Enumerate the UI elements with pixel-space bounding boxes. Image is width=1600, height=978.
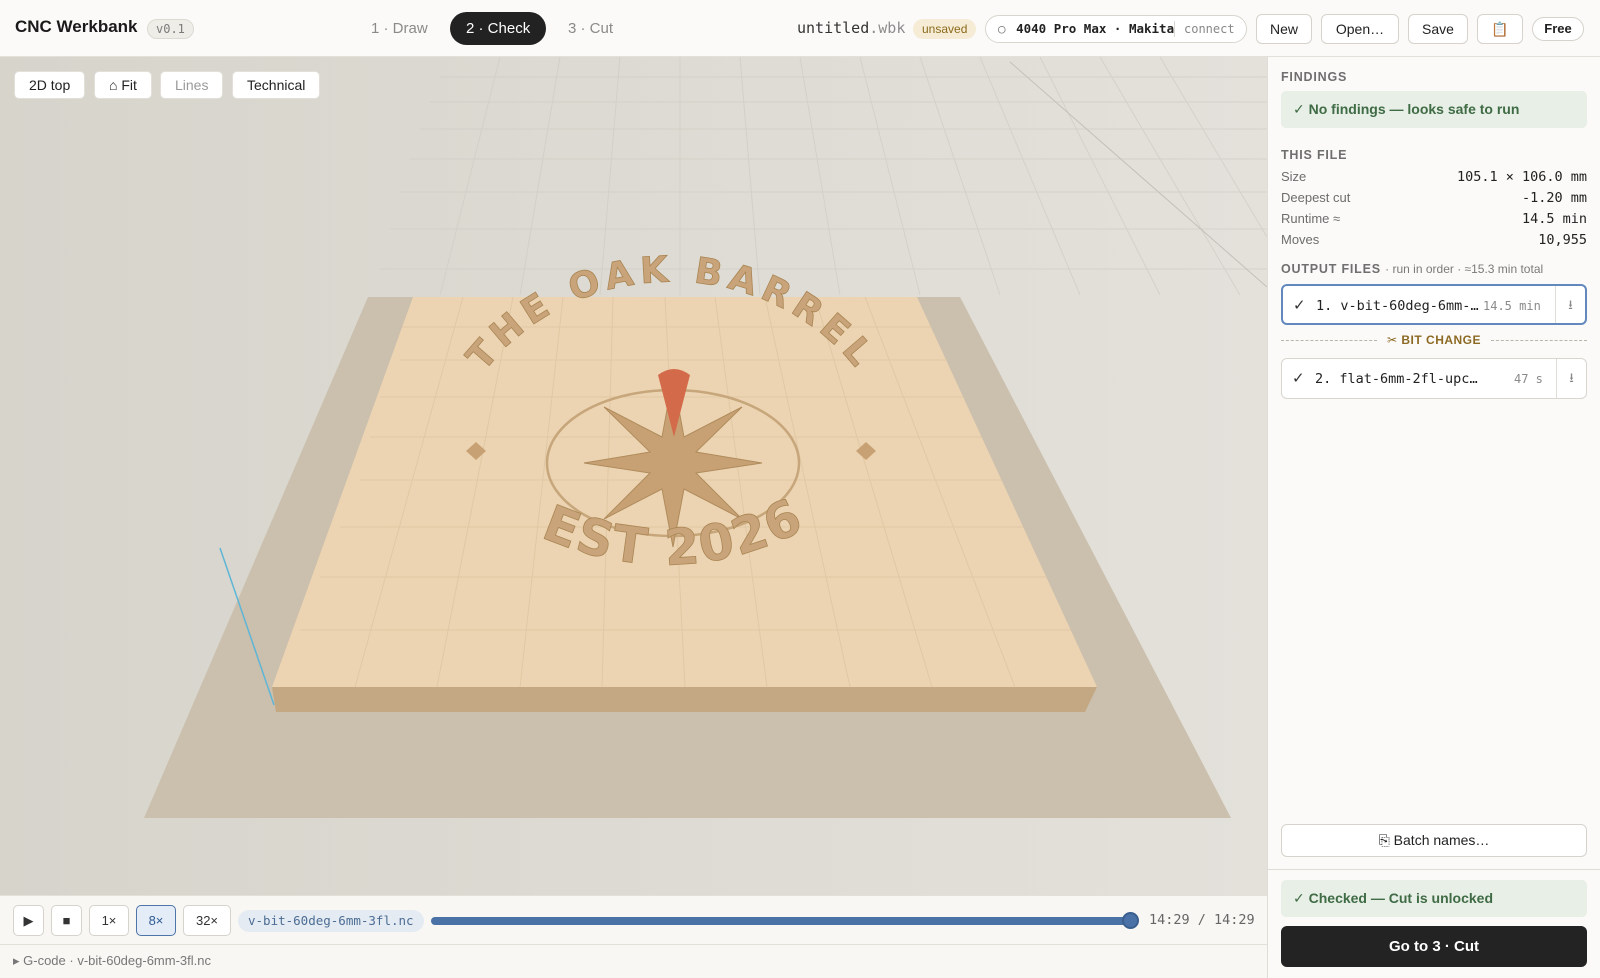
step-draw[interactable]: 1 · Draw — [355, 12, 444, 45]
step-cut[interactable]: 3 · Cut — [552, 12, 629, 45]
playback-bar: ▶ ■ 1× 8× 32× v-bit-60deg-6mm-3fl.nc 14:… — [0, 895, 1267, 944]
go-to-cut-button[interactable]: Go to 3 · Cut — [1281, 926, 1587, 967]
playback-file-chip[interactable]: v-bit-60deg-6mm-3fl.nc — [238, 910, 424, 932]
app-title: CNC Werkbank — [15, 17, 138, 36]
view-lines-button[interactable]: Lines — [160, 71, 224, 99]
file-name-base: untitled — [797, 19, 870, 37]
clipboard-icon[interactable]: 📋 — [1477, 14, 1523, 44]
bit-change-divider: ✂ BIT CHANGE — [1281, 333, 1587, 347]
file-name[interactable]: untitled.wbk — [797, 19, 905, 37]
machine-label: 4040 Pro Max · Makita — [1016, 21, 1175, 36]
output-files-title: OUTPUT FILES — [1281, 262, 1381, 276]
progress-handle[interactable] — [1122, 912, 1139, 929]
runtime-row: Runtime ≈ 14.5 min — [1281, 211, 1587, 231]
output-file-name: 2. flat-6mm-2fl-upcut.nc — [1315, 371, 1478, 387]
check-icon: ✓ — [1293, 297, 1306, 314]
findings-status: ✓ No findings — looks safe to run — [1281, 91, 1587, 128]
output-file-2[interactable]: ✓ 2. flat-6mm-2fl-upcut.nc 47 s ⭳ — [1281, 358, 1587, 399]
toolpath-preview: THE OAK BARREL EST 2026 — [0, 57, 1267, 895]
deepest-cut-value: -1.20 mm — [1521, 190, 1587, 206]
bit-change-label: ✂ BIT CHANGE — [1386, 333, 1482, 347]
batch-names-button[interactable]: ⎘ Batch names… — [1281, 824, 1587, 857]
machine-connection[interactable]: ○ 4040 Pro Max · Makita connect — [985, 15, 1247, 43]
moves-value: 10,955 — [1538, 232, 1587, 248]
this-file-heading: THIS FILE — [1281, 148, 1348, 162]
check-icon: ✓ — [1292, 370, 1305, 387]
save-button[interactable]: Save — [1408, 14, 1468, 44]
view-2d-top-button[interactable]: 2D top — [14, 71, 86, 99]
output-file-duration: 47 s — [1514, 372, 1543, 386]
version-badge: v0.1 — [147, 19, 194, 39]
unsaved-badge: unsaved — [913, 19, 977, 39]
stop-icon[interactable]: ■ — [51, 905, 82, 936]
gcode-toggle[interactable]: ▸ G-code · v-bit-60deg-6mm-3fl.nc — [0, 944, 1267, 978]
divider — [1174, 21, 1175, 37]
output-file-duration: 14.5 min — [1483, 299, 1541, 313]
speed-8x-button[interactable]: 8× — [136, 905, 176, 936]
right-sidebar: FINDINGS ✓ No findings — looks safe to r… — [1267, 57, 1600, 978]
runtime-label: Runtime ≈ — [1281, 211, 1341, 226]
connect-button[interactable]: connect — [1184, 16, 1235, 42]
deepest-cut-row: Deepest cut -1.20 mm — [1281, 190, 1587, 210]
moves-label: Moves — [1281, 232, 1320, 247]
output-files-heading: OUTPUT FILES · run in order · ≈15.3 min … — [1281, 262, 1543, 276]
progress-track[interactable] — [431, 917, 1131, 925]
3d-viewport[interactable]: THE OAK BARREL EST 2026 2D top ⌂ Fit Lin… — [0, 57, 1267, 895]
output-file-name: 1. v-bit-60deg-6mm-3fl.nc — [1316, 298, 1479, 314]
findings-heading: FINDINGS — [1281, 70, 1348, 84]
plan-badge[interactable]: Free — [1532, 17, 1584, 41]
output-file-1[interactable]: ✓ 1. v-bit-60deg-6mm-3fl.nc 14.5 min ⭳ — [1281, 284, 1587, 325]
play-icon[interactable]: ▶ — [13, 905, 44, 936]
file-extension: .wbk — [869, 19, 906, 37]
step-check[interactable]: 2 · Check — [450, 12, 547, 45]
open-button[interactable]: Open… — [1321, 14, 1399, 44]
output-files-note: · run in order · ≈15.3 min total — [1385, 262, 1544, 276]
download-icon[interactable]: ⭳ — [1555, 286, 1585, 323]
view-fit-button[interactable]: ⌂ Fit — [94, 71, 152, 99]
size-row: Size 105.1 × 106.0 mm — [1281, 169, 1587, 189]
moves-row: Moves 10,955 — [1281, 232, 1587, 252]
speed-1x-button[interactable]: 1× — [89, 905, 129, 936]
top-bar: CNC Werkbank v0.1 1 · Draw 2 · Check 3 ·… — [0, 0, 1600, 57]
runtime-value: 14.5 min — [1521, 211, 1587, 227]
stock-front-face — [272, 687, 1097, 712]
size-value: 105.1 × 106.0 mm — [1456, 169, 1587, 185]
deepest-cut-label: Deepest cut — [1281, 190, 1351, 205]
download-icon[interactable]: ⭳ — [1556, 359, 1586, 398]
size-label: Size — [1281, 169, 1307, 184]
view-technical-button[interactable]: Technical — [232, 71, 321, 99]
connection-status-icon: ○ — [998, 21, 1006, 36]
checked-status: ✓ Checked — Cut is unlocked — [1281, 880, 1587, 917]
new-button[interactable]: New — [1256, 14, 1312, 44]
speed-32x-button[interactable]: 32× — [183, 905, 231, 936]
playback-time: 14:29 / 14:29 — [1149, 912, 1255, 928]
